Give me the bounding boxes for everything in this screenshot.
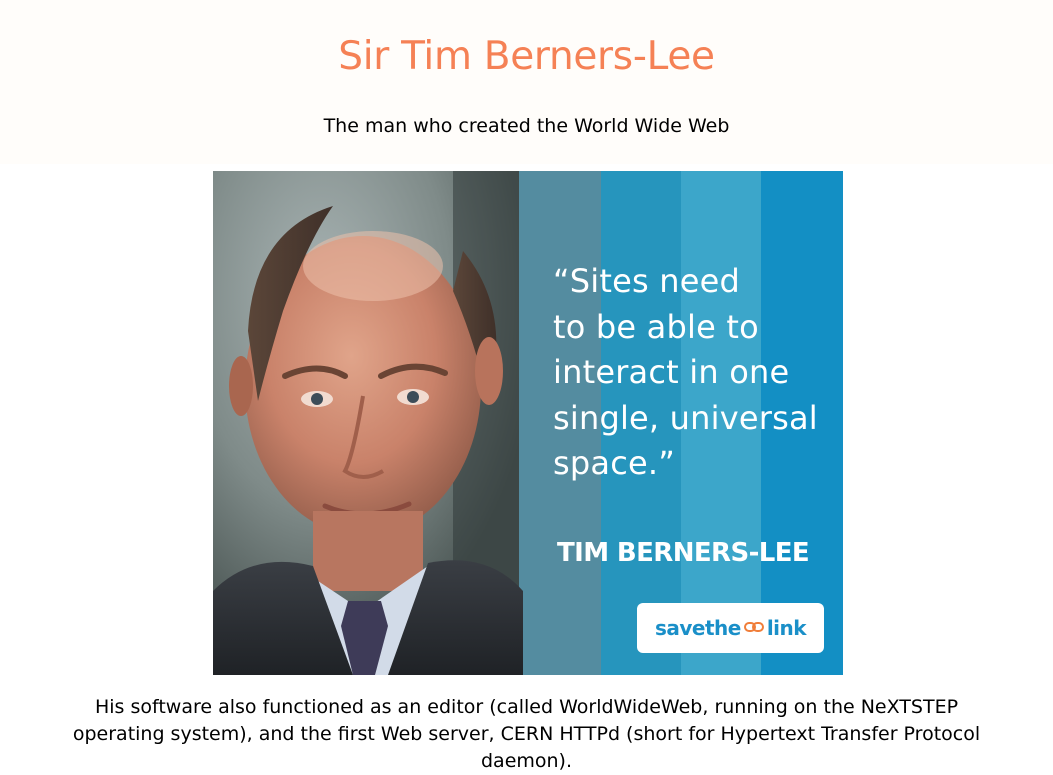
brand-text-end: link <box>766 616 807 640</box>
chain-link-icon <box>742 622 766 634</box>
hero-image: “Sites need to be able to interact in on… <box>213 171 843 675</box>
page-header: Sir Tim Berners-Lee The man who created … <box>0 0 1053 164</box>
article-paragraph: His software also functioned as an edito… <box>72 696 981 772</box>
quote-author: TIM BERNERS-LEE <box>557 538 810 568</box>
page-subtitle: The man who created the World Wide Web <box>323 115 730 137</box>
quote-text: “Sites need to be able to interact in on… <box>553 262 818 482</box>
brand-logo: savethe link <box>637 603 824 653</box>
brand-text-start: savethe <box>654 616 741 640</box>
page-title: Sir Tim Berners-Lee <box>338 34 715 79</box>
